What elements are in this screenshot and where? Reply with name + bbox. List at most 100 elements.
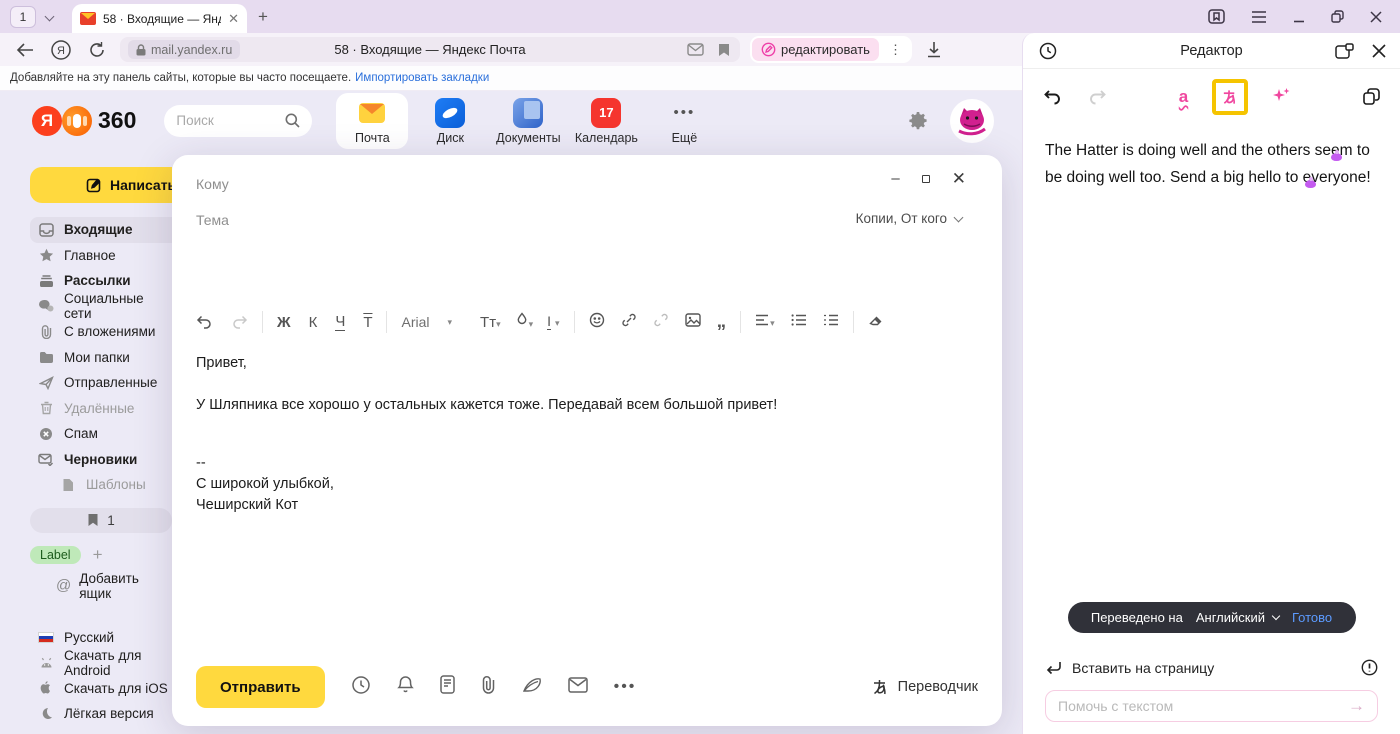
folder-drafts[interactable]: Черновики (30, 447, 172, 473)
language-link[interactable]: Русский (30, 625, 172, 651)
text-color-button[interactable]: I▾ (547, 313, 559, 331)
translator-button[interactable]: Переводчик (871, 678, 978, 696)
selection-handle[interactable] (1331, 153, 1342, 161)
back-icon[interactable] (16, 43, 34, 57)
close-icon[interactable]: ✕ (228, 11, 239, 27)
info-icon[interactable] (1361, 659, 1378, 676)
folder-my-folders[interactable]: Мои папки (30, 345, 172, 371)
template-icon[interactable] (440, 675, 455, 699)
redo-icon[interactable] (1088, 89, 1107, 105)
open-in-window-icon[interactable] (1335, 43, 1354, 59)
app-docs[interactable]: Документы (492, 93, 564, 149)
history-icon[interactable] (1039, 42, 1057, 60)
new-tab-button[interactable]: + (258, 7, 268, 27)
edit-button[interactable]: редактировать (752, 38, 879, 61)
minimize-compose-icon[interactable]: – (891, 175, 899, 183)
link-button[interactable] (621, 312, 637, 333)
add-mailbox-button[interactable]: @ Добавить ящик (30, 573, 172, 599)
browser-tab[interactable]: 58 · Входящие — Яндек ✕ (72, 4, 247, 33)
close-panel-icon[interactable] (1372, 44, 1386, 58)
send-button[interactable]: Отправить (196, 666, 325, 708)
ai-help-input[interactable] (1058, 698, 1348, 714)
download-android-link[interactable]: Скачать для Android (30, 650, 172, 676)
bold-button[interactable]: Ж (277, 314, 291, 331)
compose-button[interactable]: Написать (30, 167, 172, 203)
search-icon[interactable] (285, 113, 300, 128)
yandex-360-logo[interactable]: Я 360 (32, 106, 136, 136)
font-select[interactable]: Arial ▾ (387, 314, 466, 330)
app-disk[interactable]: Диск (414, 93, 486, 149)
import-bookmarks-link[interactable]: Импортировать закладки (355, 72, 489, 84)
restore-icon[interactable] (1331, 10, 1344, 23)
download-icon[interactable] (926, 41, 942, 58)
numbered-list-button[interactable] (823, 313, 839, 331)
expand-compose-icon[interactable] (922, 175, 930, 183)
italic-button[interactable]: К (309, 314, 318, 331)
folder-important[interactable]: Главное (30, 243, 172, 269)
copy-icon[interactable] (1363, 88, 1380, 106)
folder-newsletters[interactable]: Рассылки (30, 268, 172, 294)
translate-tool-highlighted[interactable] (1212, 79, 1248, 115)
insert-image-button[interactable] (685, 313, 701, 332)
highlight-color-button[interactable]: ▾ (515, 312, 534, 332)
folder-inbox[interactable]: Входящие (30, 217, 172, 243)
submit-arrow-icon[interactable]: → (1348, 696, 1365, 716)
address-bar[interactable]: mail.yandex.ru 58 · Входящие — Яндекс По… (120, 37, 740, 62)
kebab-icon[interactable]: ⋮ (881, 42, 910, 58)
bookmark-filter[interactable]: 1 (30, 508, 172, 533)
undo-icon[interactable] (196, 315, 213, 329)
message-body[interactable]: Привет, У Шляпника все хорошо у остальны… (196, 353, 978, 516)
app-calendar[interactable]: 17 Календарь (570, 93, 642, 149)
close-compose-icon[interactable]: ✕ (952, 169, 966, 189)
unlink-button[interactable] (653, 312, 669, 333)
search-box[interactable] (164, 105, 312, 137)
folder-attachments[interactable]: С вложениями (30, 319, 172, 345)
done-button[interactable]: Готово (1292, 610, 1332, 625)
mail-mode-icon[interactable] (687, 43, 704, 56)
redo-icon[interactable] (231, 315, 248, 329)
undo-icon[interactable] (1043, 89, 1062, 105)
folder-sent[interactable]: Отправленные (30, 370, 172, 396)
gear-icon[interactable] (908, 111, 928, 131)
folder-templates[interactable]: Шаблоны (30, 472, 172, 498)
refresh-icon[interactable] (88, 41, 106, 59)
font-size-button[interactable]: Tт▾ (480, 314, 501, 331)
minimize-icon[interactable] (1293, 11, 1305, 23)
ai-help-inputbox[interactable]: → (1045, 690, 1378, 722)
app-mail[interactable]: Почта (336, 93, 408, 149)
avatar[interactable] (950, 99, 994, 143)
bookmark-icon[interactable] (718, 43, 730, 57)
light-version-link[interactable]: Лёгкая версия (30, 701, 172, 727)
yandex-browser-icon[interactable]: Я (50, 39, 72, 61)
insert-on-page-button[interactable]: Вставить на страницу (1072, 660, 1214, 676)
app-more[interactable]: ••• Ещё (648, 93, 720, 149)
emoji-button[interactable] (589, 312, 605, 333)
translated-text[interactable]: The Hatter is doing well and the others … (1023, 125, 1400, 191)
bullet-list-button[interactable] (791, 313, 807, 331)
attach-icon[interactable] (481, 675, 496, 699)
envelope-icon[interactable] (568, 677, 588, 698)
label-tag[interactable]: Label (30, 546, 81, 564)
subject-field[interactable]: Тема (196, 212, 229, 228)
chevron-down-icon[interactable] (45, 12, 55, 22)
eraser-icon[interactable] (868, 313, 884, 332)
selection-handle[interactable] (1305, 180, 1316, 188)
add-label-button[interactable]: + (93, 545, 103, 565)
search-input[interactable] (176, 113, 276, 128)
spellcheck-icon[interactable]: a (1179, 87, 1188, 107)
side-panel-icon[interactable] (1208, 9, 1225, 24)
folder-trash[interactable]: Удалённые (30, 396, 172, 422)
align-button[interactable]: ▾ (755, 313, 775, 331)
more-options-icon[interactable]: ••• (614, 678, 637, 696)
folder-spam[interactable]: Спам (30, 421, 172, 447)
tab-counter[interactable]: 1 (10, 6, 53, 28)
folder-social[interactable]: Социальные сети (30, 294, 172, 320)
menu-icon[interactable] (1251, 11, 1267, 23)
language-select[interactable]: Английский (1196, 610, 1279, 625)
tab-counter-value[interactable]: 1 (10, 6, 36, 28)
download-ios-link[interactable]: Скачать для iOS (30, 676, 172, 702)
reminder-bell-icon[interactable] (397, 675, 414, 699)
cc-from-toggle[interactable]: Копии, От кого (856, 211, 962, 226)
pen-icon[interactable] (522, 677, 542, 698)
sparkles-icon[interactable] (1272, 86, 1291, 109)
